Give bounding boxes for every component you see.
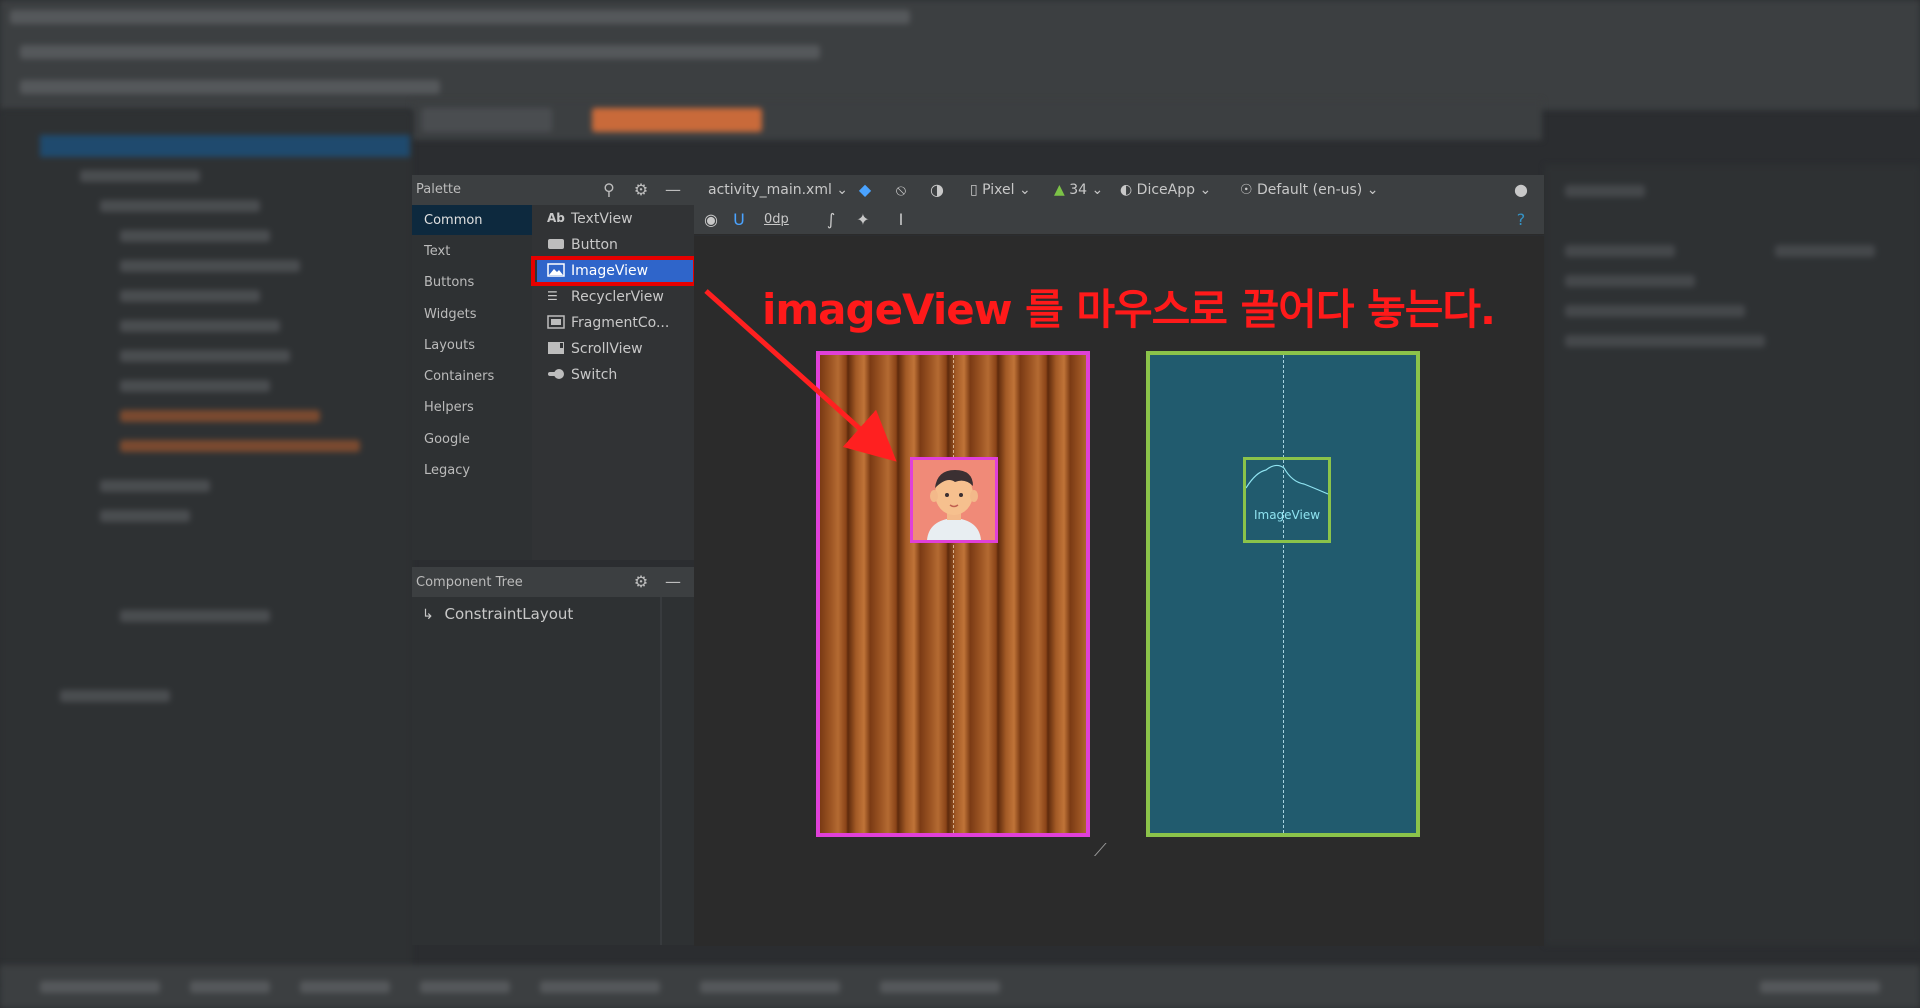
imageview-avatar[interactable] [910, 457, 998, 543]
blueprint-imageview-label: ImageView [1253, 508, 1321, 522]
button-icon [547, 237, 567, 253]
tree-item-constraintlayout[interactable]: ↳ ConstraintLayout [422, 605, 573, 623]
category-common[interactable]: Common [412, 205, 532, 235]
list-icon: ☰ [547, 289, 558, 303]
widget-recyclerview[interactable]: ☰ RecyclerView [537, 285, 694, 310]
warning-icon[interactable]: ● [1510, 180, 1532, 200]
widget-scrollview[interactable]: ScrollView [537, 337, 694, 362]
widget-label: RecyclerView [571, 289, 664, 305]
avatar-illustration [913, 460, 995, 540]
file-selector[interactable]: activity_main.xml ⌄ [708, 182, 848, 198]
eye-icon[interactable]: ◉ [700, 210, 722, 230]
file-name: activity_main.xml [708, 182, 832, 198]
default-margin[interactable]: 0dp [764, 212, 789, 227]
category-legacy[interactable]: Legacy [412, 455, 532, 485]
widget-label: Switch [571, 367, 618, 383]
fragment-icon [547, 315, 567, 331]
category-containers[interactable]: Containers [412, 361, 532, 391]
theme-selector[interactable]: ◐ DiceApp ⌄ [1120, 182, 1211, 198]
annotation-arrow [704, 289, 897, 462]
android-icon: ▲ [1054, 182, 1065, 198]
search-icon[interactable]: ⚲ [598, 179, 620, 201]
widget-label: Button [571, 237, 618, 253]
component-tree-header: Component Tree ⚙ — [412, 567, 694, 597]
locale-selector[interactable]: ☉ Default (en-us) ⌄ [1240, 182, 1378, 198]
widget-label: ScrollView [571, 341, 643, 357]
blueprint-preview[interactable]: ImageView [1146, 351, 1420, 837]
widget-label: FragmentCo... [571, 315, 670, 331]
device-selector[interactable]: ▯ Pixel ⌄ [970, 182, 1031, 198]
palette-title: Palette [416, 182, 462, 197]
widget-button[interactable]: Button [537, 233, 694, 258]
category-helpers[interactable]: Helpers [412, 392, 532, 422]
constraint-layout-icon: ↳ [422, 607, 434, 623]
component-tree-title: Component Tree [416, 575, 523, 590]
scroll-icon [547, 341, 567, 357]
imageview-highlight-box [531, 256, 697, 286]
locale-name: Default (en-us) [1257, 182, 1363, 198]
palette-header: Palette ⚲ ⚙ — [412, 175, 694, 205]
blueprint-imageview[interactable]: ImageView [1243, 457, 1331, 543]
widget-textview[interactable]: Ab TextView [537, 207, 694, 232]
layers-icon[interactable]: ◆ [854, 180, 876, 200]
gear-icon[interactable]: ⚙ [630, 179, 652, 201]
guidelines-icon[interactable]: I [890, 210, 912, 230]
category-buttons[interactable]: Buttons [412, 267, 532, 297]
tree-item-label: ConstraintLayout [444, 605, 574, 623]
api-level: 34 [1069, 182, 1088, 198]
device-name: Pixel [982, 182, 1015, 198]
category-widgets[interactable]: Widgets [412, 299, 532, 329]
mountain-icon [1246, 464, 1328, 495]
tree-splitter[interactable] [660, 597, 662, 945]
category-text[interactable]: Text [412, 236, 532, 266]
minimize-icon[interactable]: — [662, 179, 684, 201]
constraint-toolbar: ◉ U 0dp ∫ ✦ I ? [694, 205, 1544, 235]
component-tree: ↳ ConstraintLayout [412, 597, 694, 945]
theme-name: DiceApp [1136, 182, 1196, 198]
ide-top-bar [0, 0, 1920, 110]
layout-editor-toolbar: activity_main.xml ⌄ ◆ ⦸ ◑ ▯ Pixel ⌄ ▲ 34… [694, 175, 1544, 205]
night-mode-icon[interactable]: ◑ [926, 180, 948, 200]
status-bar [0, 965, 1920, 1008]
resize-handle[interactable]: ⟋ [1094, 840, 1107, 861]
center-guideline [1283, 355, 1284, 833]
project-panel [0, 110, 412, 980]
category-google[interactable]: Google [412, 424, 532, 454]
help-icon[interactable]: ? [1510, 210, 1532, 230]
gear-icon[interactable]: ⚙ [630, 571, 652, 593]
magnet-icon[interactable]: U [728, 210, 750, 230]
switch-icon [547, 367, 567, 383]
category-layouts[interactable]: Layouts [412, 330, 532, 360]
minimize-icon[interactable]: — [662, 571, 684, 593]
textview-icon: Ab [547, 211, 565, 225]
editor-tabs [412, 100, 1542, 140]
widget-label: TextView [571, 211, 633, 227]
orientation-icon[interactable]: ⦸ [890, 180, 912, 200]
widget-switch[interactable]: Switch [537, 363, 694, 388]
palette-categories: Common Text Buttons Widgets Layouts Cont… [412, 205, 532, 560]
widget-fragmentcontainer[interactable]: FragmentCo... [537, 311, 694, 336]
api-selector[interactable]: ▲ 34 ⌄ [1054, 182, 1103, 198]
attributes-panel [1545, 165, 1920, 945]
infer-constraints-icon[interactable]: ✦ [852, 210, 874, 230]
center-guideline [953, 355, 954, 833]
clear-constraints-icon[interactable]: ∫ [820, 210, 842, 230]
